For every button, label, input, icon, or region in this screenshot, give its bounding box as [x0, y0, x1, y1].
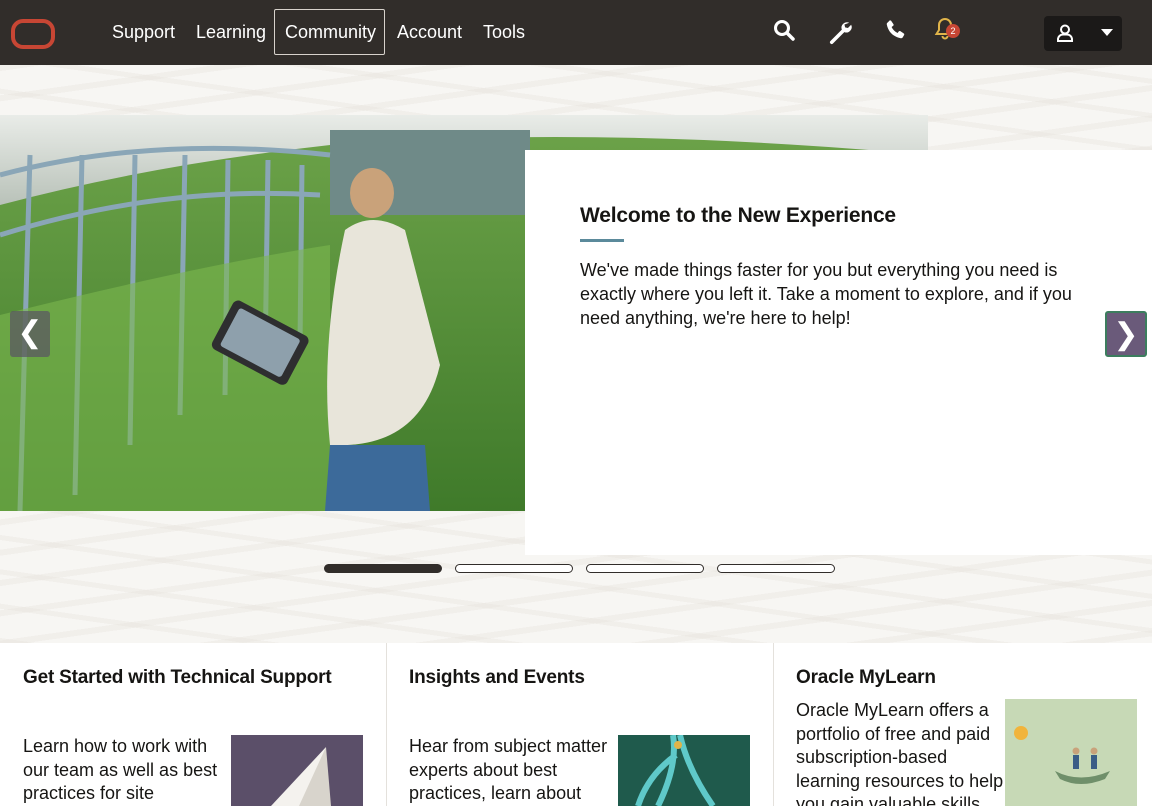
hero-body-text: We've made things faster for you but eve… [580, 260, 1072, 328]
nav-account[interactable]: Account [386, 9, 473, 55]
feature-cards-row: Get Started with Technical Support Learn… [0, 643, 1152, 806]
bell-icon[interactable]: 2 [933, 16, 961, 44]
notification-count-badge: 2 [946, 24, 960, 38]
carousel-dot-3[interactable] [586, 564, 704, 573]
account-menu-button[interactable] [1044, 16, 1122, 51]
card-insights-events[interactable]: Insights and Events Hear from subject ma… [387, 643, 773, 806]
top-nav-bar: Support Learning Community Account Tools… [0, 0, 1152, 65]
carousel-dot-2[interactable] [455, 564, 573, 573]
card-oracle-mylearn[interactable]: Oracle MyLearn Oracle MyLearn offers a p… [774, 643, 1152, 806]
rowing-boat-thumbnail [1005, 699, 1137, 806]
carousel-prev-button[interactable]: ❮ [10, 311, 50, 357]
phone-icon[interactable] [883, 18, 911, 46]
card-text: Hear from subject matter experts about b… [409, 736, 608, 803]
search-icon[interactable] [772, 18, 800, 46]
tree-illustration-thumbnail [618, 735, 750, 806]
carousel-dot-4[interactable] [717, 564, 835, 573]
hero-title-underline [580, 239, 624, 242]
carousel-dot-1[interactable] [324, 564, 442, 573]
wrench-icon[interactable] [827, 19, 855, 47]
nav-tools[interactable]: Tools [472, 9, 536, 55]
caret-down-icon [1101, 29, 1113, 36]
user-icon [1057, 24, 1073, 42]
nav-learning[interactable]: Learning [185, 9, 277, 55]
nav-support[interactable]: Support [101, 9, 186, 55]
carousel-next-button[interactable]: ❯ [1105, 311, 1147, 357]
hero-title: Welcome to the New Experience [580, 204, 896, 227]
card-title: Insights and Events [409, 667, 585, 688]
oracle-logo[interactable] [11, 19, 55, 49]
nav-community[interactable]: Community [274, 9, 385, 55]
hero-message-card: Welcome to the New Experience We've made… [525, 150, 1152, 555]
card-title: Oracle MyLearn [796, 667, 936, 688]
card-text: Learn how to work with our team as well … [23, 736, 218, 803]
paper-plane-thumbnail [231, 735, 363, 806]
card-technical-support[interactable]: Get Started with Technical Support Learn… [0, 643, 386, 806]
card-title: Get Started with Technical Support [23, 667, 332, 688]
card-text: Oracle MyLearn offers a portfolio of fre… [796, 700, 1004, 806]
